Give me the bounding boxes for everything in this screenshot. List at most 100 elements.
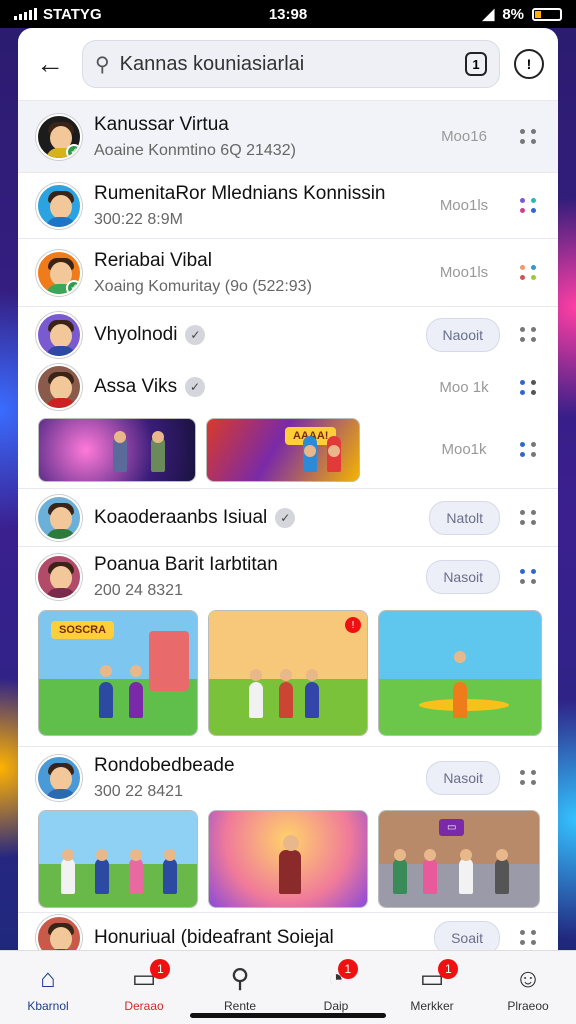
tab-label: Merkker [410, 998, 454, 1013]
item-title: Poanua Barit Iarbtitan [94, 553, 278, 575]
thumbnail[interactable]: ▭ [378, 810, 540, 908]
battery-percent: 8% [502, 5, 525, 23]
thumbnail[interactable]: AAAA! [206, 418, 360, 482]
avatar [36, 553, 82, 600]
item-meta: Moo1ls [439, 264, 489, 281]
item-subtitle: Xoaing Komuritay (9o (522:93) [94, 277, 312, 295]
join-button[interactable]: Natolt [429, 500, 500, 535]
tab-count-badge: 1 [438, 958, 459, 979]
thumbnail[interactable]: ! [208, 610, 368, 736]
check-badge-icon: ✓ [66, 143, 80, 158]
signal-arrow-icon: ◢ [482, 6, 495, 23]
bell-icon: ◔ 1 [328, 958, 358, 993]
more-options-icon[interactable] [520, 569, 540, 584]
tab-count-badge: 1 [337, 958, 358, 979]
join-button[interactable]: Nasoit [426, 760, 500, 795]
avatar [36, 494, 82, 541]
media-thumbnails: SOSCRA ! [38, 610, 542, 736]
item-title: RumenitaRor Mlednians Konnissin [94, 182, 386, 204]
list-item[interactable]: ✓ Kanussar Virtua Aoaine Konmtino 6Q 2143… [18, 100, 558, 172]
item-meta: Moo16 [441, 128, 487, 145]
join-button[interactable]: Naooit [425, 317, 500, 352]
thumbnail[interactable] [38, 418, 196, 482]
item-meta: Moo1k [441, 440, 487, 458]
avatar [36, 754, 82, 801]
media-thumbnails: AAAA! [38, 418, 360, 482]
item-title: Rondobedbeade [94, 754, 235, 776]
more-options-icon[interactable] [520, 327, 540, 342]
more-options-icon[interactable] [520, 441, 540, 457]
tab-label: Kbarnol [27, 998, 69, 1013]
more-options-icon[interactable] [520, 198, 540, 213]
item-meta: Moo1ls [439, 197, 489, 214]
home-icon: ⌂ [40, 962, 56, 993]
item-title: Assa Viks [94, 376, 178, 397]
tab-label: Plraeoo [507, 998, 549, 1013]
list-item[interactable]: Assa Viks ✓ Moo 1k [18, 362, 558, 412]
tab-home[interactable]: ⌂ Kbarnol [0, 951, 96, 1024]
check-badge-icon: ✓ [66, 279, 80, 294]
avatar: ✓ [36, 113, 82, 160]
thumbnail-banner: SOSCRA [51, 621, 115, 639]
tab-profile[interactable]: ☺ Plraeoo [480, 951, 576, 1024]
join-button[interactable]: Soait [434, 920, 500, 950]
thumbnail[interactable] [378, 610, 542, 736]
search-box[interactable]: ⚲ 1 [82, 40, 500, 88]
more-options-icon[interactable] [520, 770, 540, 785]
tab-count-badge: 1 [150, 958, 171, 979]
more-options-icon[interactable] [520, 265, 540, 280]
app-panel: ← ⚲ 1 ! ✓ Kanussar Virtua Aoaine Konmtino… [18, 28, 558, 950]
list-item[interactable]: Vhyolnodi ✓ Naooit [18, 306, 558, 362]
back-arrow-icon[interactable]: ← [32, 46, 68, 82]
item-title: Kanussar Virtua [94, 113, 229, 135]
avatar [36, 914, 82, 950]
signal-icon [14, 8, 37, 20]
list-item[interactable]: ✓ Reriabai Vibal Xoaing Komuritay (9o (52… [18, 238, 558, 306]
thumbnail[interactable]: SOSCRA [38, 610, 198, 736]
thumbnail[interactable] [208, 810, 368, 908]
list-item[interactable]: Rondobedbeade 300 22 8421 Nasoit [18, 746, 558, 808]
item-title: Vhyolnodi [94, 323, 178, 345]
list-item[interactable]: Honuriual (bideafrant Soiejal Soait [18, 912, 558, 950]
list-item[interactable]: Poanua Barit Iarbtitan 200 24 8321 Nasoit [18, 546, 558, 606]
list-item[interactable]: Koaoderaanbs Isiual ✓ Natolt [18, 488, 558, 546]
media-thumbnails: ▭ [38, 810, 540, 908]
sign-icon: ▭ [439, 819, 465, 836]
search-input[interactable] [119, 52, 455, 76]
home-indicator [190, 1013, 386, 1018]
item-title: Honuriual (bideafrant Soiejal [94, 926, 334, 948]
avatar [36, 311, 82, 358]
search-icon: ⚲ [230, 962, 250, 993]
avatar [36, 182, 82, 229]
item-title: Koaoderaanbs Isiual [94, 506, 268, 528]
avatar [36, 364, 82, 410]
more-options-icon[interactable] [520, 379, 540, 395]
status-bar: STATYG 13:98 ◢ 8% [0, 0, 576, 28]
avatar: ✓ [36, 249, 82, 296]
item-subtitle: 300:22 8:9M [94, 210, 183, 228]
more-options-icon[interactable] [520, 129, 540, 144]
list-item[interactable]: RumenitaRor Mlednians Konnissin 300:22 8:… [18, 172, 558, 238]
tab-merkker[interactable]: ▭ 1 Merkker [384, 951, 480, 1024]
item-title: Reriabai Vibal [94, 249, 212, 271]
item-subtitle: Aoaine Konmtino 6Q 21432) [94, 141, 296, 159]
verified-icon: ✓ [185, 324, 206, 345]
item-meta: Moo 1k [439, 378, 489, 396]
item-subtitle: 200 24 8321 [94, 581, 183, 599]
thumbnail[interactable] [38, 810, 198, 908]
tab-label: Rente [223, 998, 257, 1013]
tab-label: Daip [323, 998, 349, 1013]
clock: 13:98 [268, 5, 308, 23]
alert-icon[interactable]: ! [514, 49, 544, 79]
verified-icon: ✓ [185, 377, 206, 397]
tab-deraao[interactable]: ▭ 1 Deraao [96, 951, 192, 1024]
join-button[interactable]: Nasoit [426, 559, 500, 594]
count-badge-icon[interactable]: 1 [465, 52, 487, 76]
more-options-icon[interactable] [520, 510, 540, 525]
search-icon: ⚲ [95, 53, 110, 76]
more-options-icon[interactable] [520, 930, 540, 945]
message-icon: ▭ 1 [420, 958, 459, 993]
bottom-tab-bar: ⌂ Kbarnol ▭ 1 Deraao ⚲ Rente ◔ 1 Daip ▭ 1 M… [0, 950, 576, 1024]
carrier-label: STATYG [43, 5, 102, 23]
tab-label: Deraao [124, 998, 164, 1013]
